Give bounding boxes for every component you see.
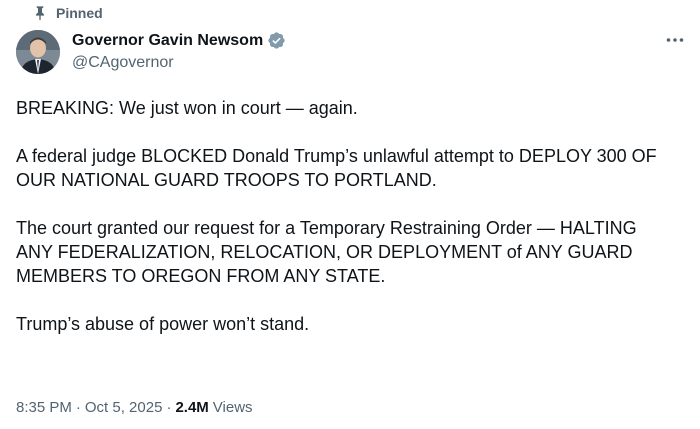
tweet-metadata: 8:35 PM · Oct 5, 2025 · 2.4M Views <box>16 399 253 416</box>
pin-icon <box>36 6 44 21</box>
verified-badge-icon <box>268 32 285 49</box>
tweet-date[interactable]: Oct 5, 2025 <box>85 399 163 416</box>
pinned-label: Pinned <box>56 5 103 21</box>
tweet-paragraph: BREAKING: We just won in court — again. <box>16 98 358 118</box>
author-handle[interactable]: @CAgovernor <box>72 54 174 72</box>
more-options-icon[interactable] <box>664 30 686 50</box>
meta-separator: · <box>75 399 81 416</box>
tweet-paragraph: A federal judge BLOCKED Donald Trump’s u… <box>16 146 657 190</box>
tweet-text: BREAKING: We just won in court — again. … <box>16 96 676 336</box>
pinned-indicator: Pinned <box>32 5 103 21</box>
tweet-paragraph: The court granted our request for a Temp… <box>16 218 637 286</box>
views-label: Views <box>212 399 253 416</box>
author-name-row[interactable]: Governor Gavin Newsom <box>72 31 286 50</box>
tweet-time[interactable]: 8:35 PM <box>16 399 72 416</box>
views-count: 2.4M <box>175 399 209 416</box>
tweet-paragraph: Trump’s abuse of power won’t stand. <box>16 314 310 334</box>
avatar-image <box>16 30 60 74</box>
author-name[interactable]: Governor Gavin Newsom <box>72 32 263 50</box>
meta-separator: · <box>166 399 172 416</box>
avatar[interactable] <box>16 30 60 74</box>
